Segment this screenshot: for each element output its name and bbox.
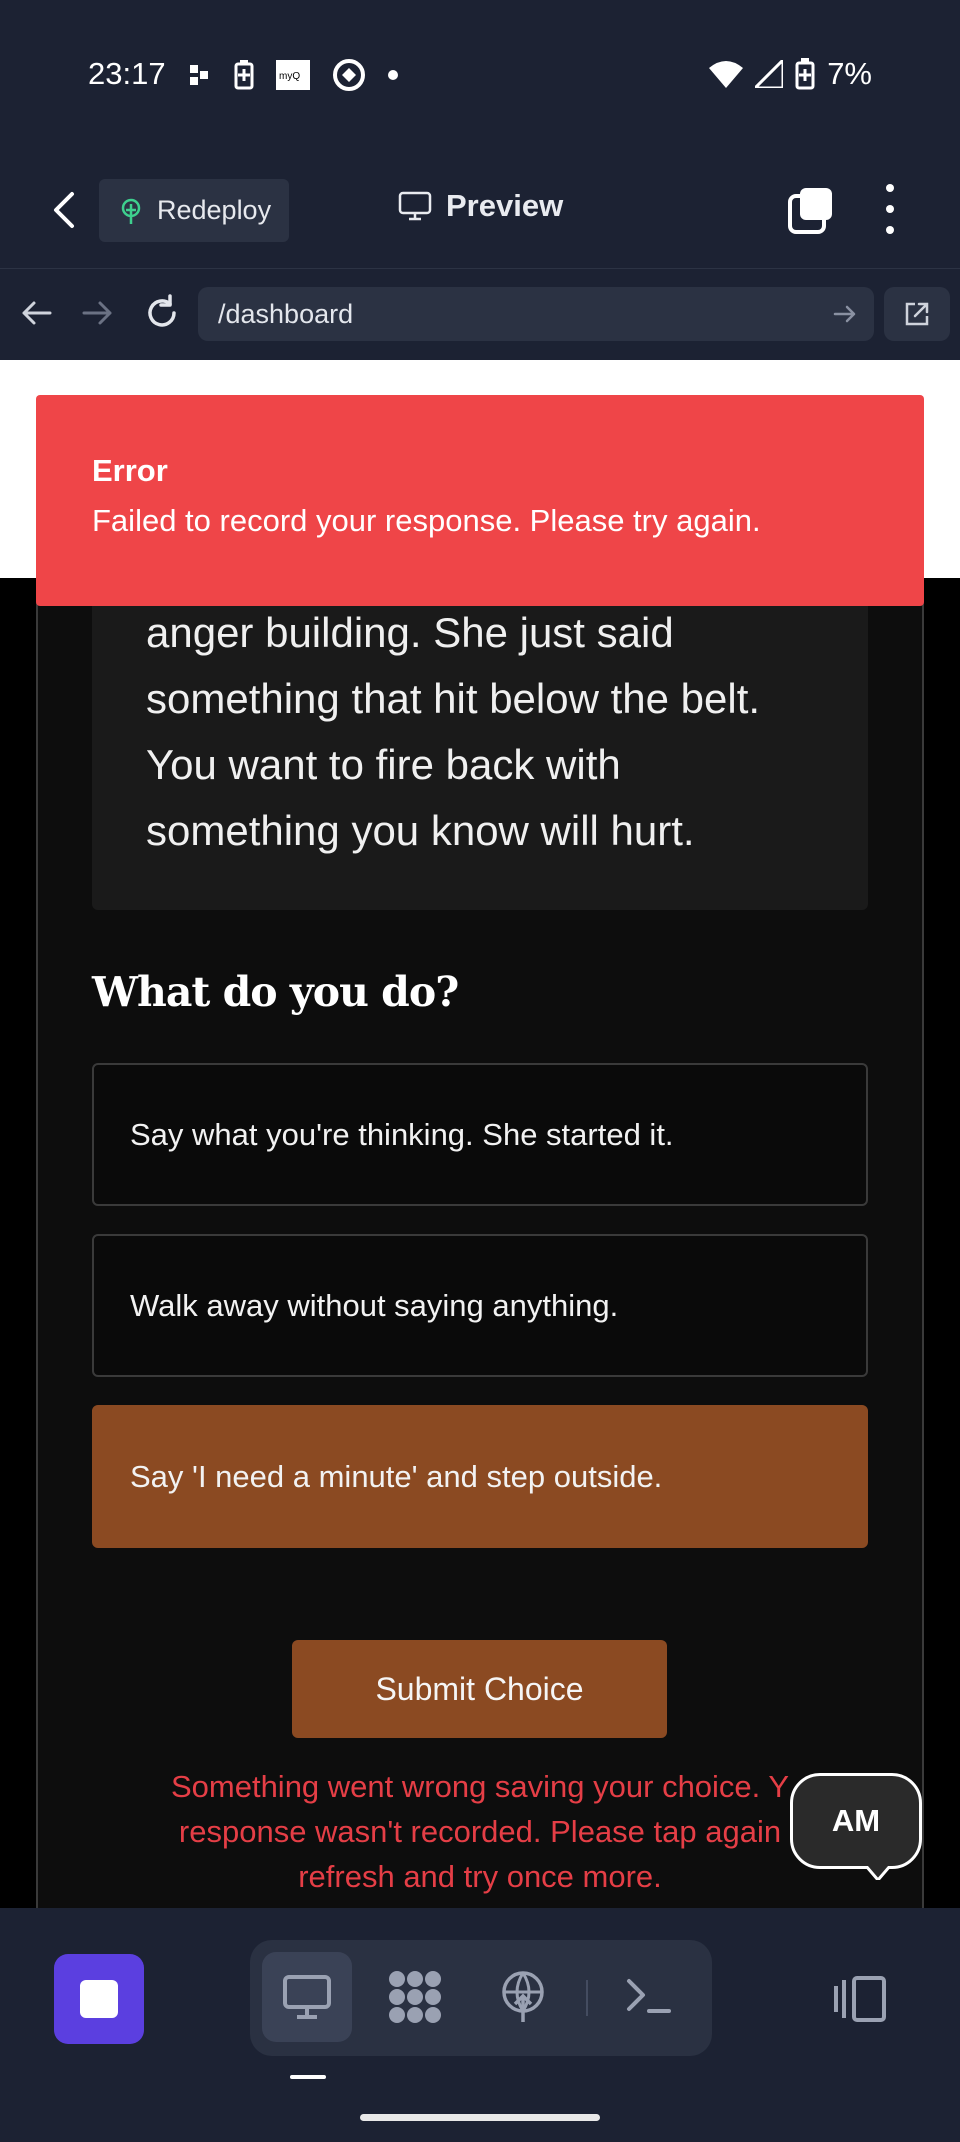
url-input[interactable]: /dashboard (198, 287, 874, 341)
tabs-icon[interactable] (788, 188, 834, 234)
redeploy-icon (121, 198, 141, 224)
nav-back-icon[interactable] (16, 293, 56, 333)
dot-icon (388, 70, 398, 80)
option-label: Say what you're thinking. She started it… (130, 1116, 674, 1152)
grid-blob-icon (389, 1971, 441, 2023)
battery-icon (795, 58, 815, 90)
more-menu-icon[interactable] (880, 184, 900, 234)
back-arrow-icon[interactable] (44, 188, 84, 232)
monitor-icon (283, 1975, 331, 2019)
battery-saver-icon (234, 60, 254, 90)
redeploy-label: Redeploy (157, 195, 272, 225)
url-path: /dashboard (218, 298, 354, 329)
app-header: Redeploy Preview (0, 150, 960, 268)
error-line-2: response wasn't recorded. Please tap aga… (178, 1814, 782, 1849)
option-1[interactable]: Say what you're thinking. She started it… (92, 1063, 868, 1206)
active-view-indicator (290, 2075, 326, 2079)
home-indicator[interactable] (360, 2114, 600, 2121)
external-link-icon (905, 302, 929, 326)
avatar[interactable]: AM (790, 1773, 922, 1869)
notification-icons: myQ (190, 58, 398, 92)
bottom-toolbar (0, 1908, 960, 2142)
monitor-icon (398, 191, 432, 221)
option-3-selected[interactable]: Say 'I need a minute' and step outside. (92, 1405, 868, 1548)
toolbar-divider (586, 1980, 588, 2016)
side-panel-icon[interactable] (832, 1974, 888, 2024)
view-switcher (250, 1940, 712, 2056)
globe-upload-icon (502, 1971, 544, 2022)
error-toast[interactable]: Error Failed to record your response. Pl… (36, 395, 924, 606)
reload-icon[interactable] (142, 293, 182, 333)
error-line-3: refresh and try once more. (298, 1859, 662, 1894)
myq-icon: myQ (276, 60, 310, 90)
stop-icon (80, 1980, 118, 2018)
question-heading: What do you do? (92, 968, 459, 1016)
url-bar: /dashboard (0, 268, 960, 360)
toast-message: Failed to record your response. Please t… (92, 503, 761, 538)
battery-percent: 7% (827, 56, 872, 91)
canvas-view-button[interactable] (370, 1952, 460, 2042)
signal-icon (755, 60, 784, 88)
status-bar: 23:17 myQ 7% (0, 0, 960, 150)
avatar-initials: AM (831, 1803, 881, 1838)
open-external-button[interactable] (884, 287, 950, 341)
preview-tab[interactable]: Preview (398, 188, 563, 224)
option-label: Walk away without saying anything. (130, 1287, 619, 1323)
toast-title: Error (92, 453, 168, 488)
scenario-box: anger building. She just said something … (92, 578, 868, 910)
svg-text:myQ: myQ (279, 71, 300, 82)
status-time: 23:17 (88, 56, 166, 91)
wifi-icon (709, 61, 744, 88)
stop-button[interactable] (54, 1954, 144, 2044)
error-line-1: Something went wrong saving your choice.… (170, 1769, 790, 1804)
preview-label: Preview (446, 188, 564, 223)
option-2[interactable]: Walk away without saying anything. (92, 1234, 868, 1377)
deploy-view-button[interactable] (478, 1952, 568, 2042)
redeploy-button[interactable]: Redeploy (99, 179, 289, 242)
avatar-tail-shape (866, 1866, 890, 1880)
option-label: Say 'I need a minute' and step outside. (130, 1458, 663, 1494)
submit-choice-button[interactable]: Submit Choice (292, 1640, 667, 1738)
scenario-text: anger building. She just said something … (146, 609, 761, 854)
system-icons: 7% (709, 56, 872, 92)
terminal-icon (627, 1979, 671, 2013)
nav-forward-icon[interactable] (78, 293, 118, 333)
preview-view-button[interactable] (262, 1952, 352, 2042)
go-arrow-icon[interactable] (832, 301, 858, 327)
terminal-view-button[interactable] (604, 1952, 694, 2042)
claude-icon (333, 59, 365, 91)
tailscale-icon (190, 65, 208, 85)
save-error-message: Something went wrong saving your choice.… (92, 1764, 868, 1899)
